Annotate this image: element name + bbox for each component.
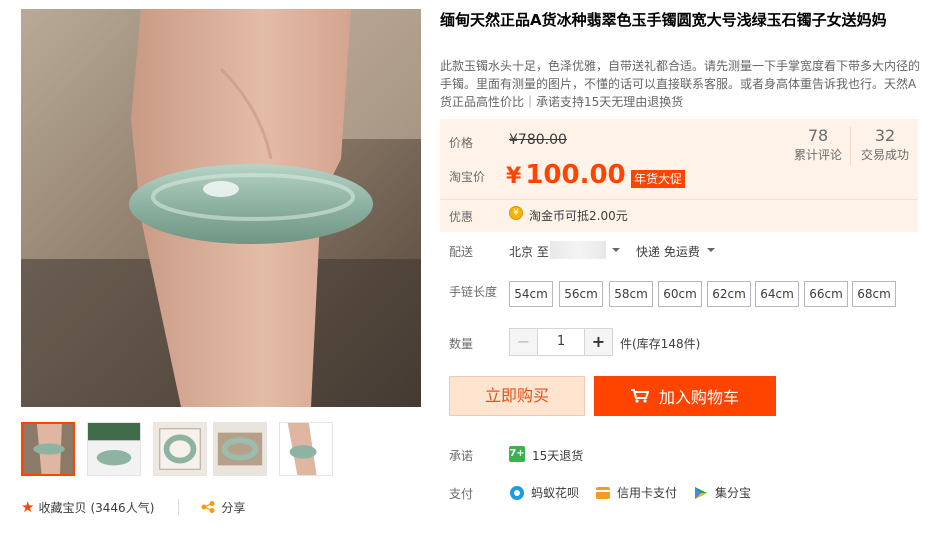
price-label: 价格 xyxy=(449,136,474,150)
add-to-cart-button[interactable]: 加入购物车 xyxy=(594,376,776,416)
main-product-photo[interactable] xyxy=(21,9,421,407)
promo-label: 优惠 xyxy=(449,210,474,224)
product-title: 缅甸天然正品A货冰种翡翠色玉手镯圆宽大号浅绿玉石镯子女送妈妈 xyxy=(440,11,887,29)
huabei-icon xyxy=(510,485,524,500)
promise-label: 承诺 xyxy=(449,449,474,463)
favorite-link[interactable]: 收藏宝贝 xyxy=(38,499,86,516)
thumbnail-5[interactable] xyxy=(279,422,333,476)
favorite-share-row: ★ 收藏宝贝 (3446人气) 分享 xyxy=(21,497,245,517)
cart-icon xyxy=(630,389,649,403)
thumbnail-1[interactable] xyxy=(21,422,75,476)
payment-method-label: 蚂蚁花呗 xyxy=(531,486,580,500)
size-option[interactable]: 64cm xyxy=(755,281,799,307)
stock-text: 件(库存148件) xyxy=(620,337,701,351)
quantity-input[interactable]: 1 xyxy=(538,329,584,355)
thumbnail-2[interactable] xyxy=(87,422,141,476)
payment-credit-card[interactable]: 信用卡支付 xyxy=(595,484,677,501)
payment-method-label: 集分宝 xyxy=(715,486,752,500)
share-icon[interactable] xyxy=(201,501,215,513)
star-icon[interactable]: ★ xyxy=(21,499,34,515)
shipping-from: 北京 至 xyxy=(509,245,549,259)
current-price: ¥100.00 xyxy=(506,160,626,190)
decrement-button[interactable]: − xyxy=(510,329,538,355)
sales-label: 交易成功 xyxy=(860,148,909,162)
coin-icon: ¥ xyxy=(509,206,523,220)
shipping-method[interactable]: 快递 免运费 xyxy=(636,243,700,260)
chevron-down-icon[interactable] xyxy=(707,248,715,252)
thumbnail-strip xyxy=(21,422,421,478)
promo-tag: 年货大促 xyxy=(631,170,686,188)
increment-button[interactable]: + xyxy=(584,329,612,355)
jifenbao-icon xyxy=(695,486,707,499)
review-count: 78 xyxy=(807,126,829,145)
original-price: ¥780.00 xyxy=(509,132,567,148)
stat-reviews[interactable]: 78 累计评论 xyxy=(783,126,853,164)
destination-select[interactable] xyxy=(550,241,606,259)
chevron-down-icon[interactable] xyxy=(612,248,620,252)
share-link[interactable]: 分享 xyxy=(221,499,245,516)
payment-method-label: 信用卡支付 xyxy=(617,486,678,500)
taobao-price-label: 淘宝价 xyxy=(449,170,486,184)
add-to-cart-label: 加入购物车 xyxy=(658,388,739,407)
size-option[interactable]: 56cm xyxy=(559,281,603,307)
size-option[interactable]: 58cm xyxy=(609,281,653,307)
divider xyxy=(440,199,918,200)
size-option[interactable]: 66cm xyxy=(804,281,848,307)
promo-text: 淘金币可抵2.00元 xyxy=(529,209,628,223)
payment-huabei[interactable]: 蚂蚁花呗 xyxy=(509,484,579,501)
size-option[interactable]: 62cm xyxy=(707,281,751,307)
review-label: 累计评论 xyxy=(793,148,842,162)
currency-symbol: ¥ xyxy=(506,164,522,189)
promise-text[interactable]: 15天退货 xyxy=(532,447,583,464)
buy-now-button[interactable]: 立即购买 xyxy=(449,376,585,416)
payment-label: 支付 xyxy=(449,487,474,501)
favorite-count: (3446人气) xyxy=(90,500,155,515)
quantity-stepper: − 1 + xyxy=(509,328,613,356)
thumbnail-3[interactable] xyxy=(153,422,207,476)
payment-jifenbao[interactable]: 集分宝 xyxy=(693,484,751,501)
size-option[interactable]: 60cm xyxy=(658,281,702,307)
credit-card-icon xyxy=(596,486,610,499)
thumbnail-4[interactable] xyxy=(213,422,267,476)
shipping-label: 配送 xyxy=(449,245,474,259)
stat-sales: 32 交易成功 xyxy=(850,126,920,164)
quantity-label: 数量 xyxy=(449,337,474,351)
return-policy-icon: 7+ xyxy=(509,446,525,462)
product-subtitle: 此款玉镯水头十足，色泽优雅，自带送礼都合适。请先测量一下手掌宽度看下带多大内径的… xyxy=(440,59,921,109)
size-label: 手链长度 xyxy=(449,285,498,299)
size-option[interactable]: 54cm xyxy=(509,281,553,307)
price-value: 100.00 xyxy=(525,160,626,190)
size-option[interactable]: 68cm xyxy=(852,281,896,307)
price-box: 价格 ¥780.00 淘宝价 ¥100.00 年货大促 78 累计评论 32 交… xyxy=(440,119,918,232)
divider xyxy=(178,499,180,515)
sales-count: 32 xyxy=(874,126,896,145)
